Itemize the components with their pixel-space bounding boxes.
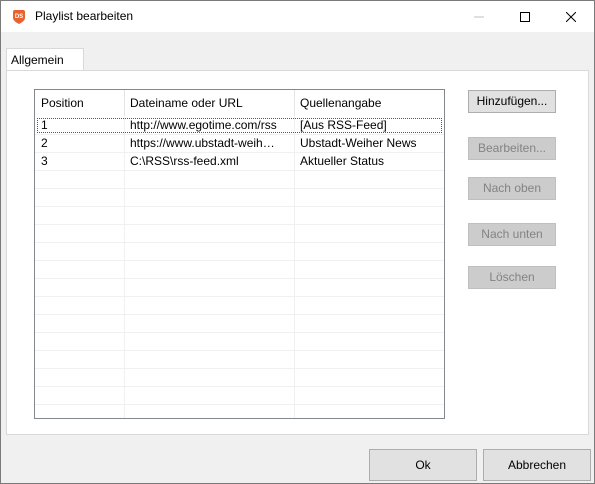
empty-row [35, 369, 444, 387]
window-title: Playlist bearbeiten [35, 9, 134, 23]
empty-row [35, 351, 444, 369]
maximize-icon [520, 11, 530, 22]
ok-button[interactable]: Ok [369, 449, 477, 481]
title-bar[interactable]: DS Playlist bearbeiten [1, 1, 594, 32]
table-row[interactable]: 1 http://www.egotime.com/rss [Aus RSS-Fe… [35, 117, 444, 135]
close-button[interactable] [548, 1, 594, 32]
dialog-window: DS Playlist bearbeiten Allgemein Positio… [0, 0, 595, 484]
minimize-icon [474, 16, 484, 17]
cell-file: C:\RSS\rss-feed.xml [130, 154, 239, 168]
cancel-button[interactable]: Abbrechen [483, 449, 591, 481]
table-row[interactable]: 3 C:\RSS\rss-feed.xml Aktueller Status [35, 153, 444, 171]
empty-row [35, 171, 444, 189]
tab-allgemein[interactable]: Allgemein [6, 48, 84, 70]
cell-source: [Aus RSS-Feed] [300, 118, 387, 132]
maximize-button[interactable] [502, 1, 548, 32]
delete-button[interactable]: Löschen [468, 266, 556, 289]
empty-row [35, 243, 444, 261]
move-up-button[interactable]: Nach oben [468, 177, 556, 200]
ds-app-icon: DS [13, 10, 25, 24]
empty-row [35, 261, 444, 279]
move-down-button[interactable]: Nach unten [468, 223, 556, 246]
cell-position: 1 [41, 118, 48, 132]
empty-row [35, 279, 444, 297]
empty-row [35, 225, 444, 243]
empty-row [35, 189, 444, 207]
cell-source: Aktueller Status [300, 154, 385, 168]
cell-source: Ubstadt-Weiher News [300, 136, 417, 150]
empty-row [35, 315, 444, 333]
minimize-button[interactable] [456, 1, 502, 32]
cell-position: 2 [41, 136, 48, 150]
table-row[interactable]: 2 https://www.ubstadt-weih… Ubstadt-Weih… [35, 135, 444, 153]
empty-row [35, 207, 444, 225]
empty-row [35, 297, 444, 315]
column-header-source[interactable]: Quellenangabe [294, 90, 444, 116]
empty-row [35, 387, 444, 405]
playlist-list[interactable]: Position Dateiname oder URL Quellenangab… [34, 89, 445, 419]
add-button[interactable]: Hinzufügen... [468, 90, 556, 113]
edit-button[interactable]: Bearbeiten... [468, 137, 556, 160]
svg-text:DS: DS [15, 14, 23, 20]
cell-file: https://www.ubstadt-weih… [130, 136, 275, 150]
column-header-position[interactable]: Position [35, 90, 124, 116]
column-header-file[interactable]: Dateiname oder URL [124, 90, 294, 116]
cell-file: http://www.egotime.com/rss [130, 118, 277, 132]
empty-row [35, 405, 444, 418]
list-header: Position Dateiname oder URL Quellenangab… [35, 90, 444, 116]
close-icon [566, 11, 576, 22]
cell-position: 3 [41, 154, 48, 168]
list-rows: 1 http://www.egotime.com/rss [Aus RSS-Fe… [35, 117, 444, 418]
empty-row [35, 333, 444, 351]
